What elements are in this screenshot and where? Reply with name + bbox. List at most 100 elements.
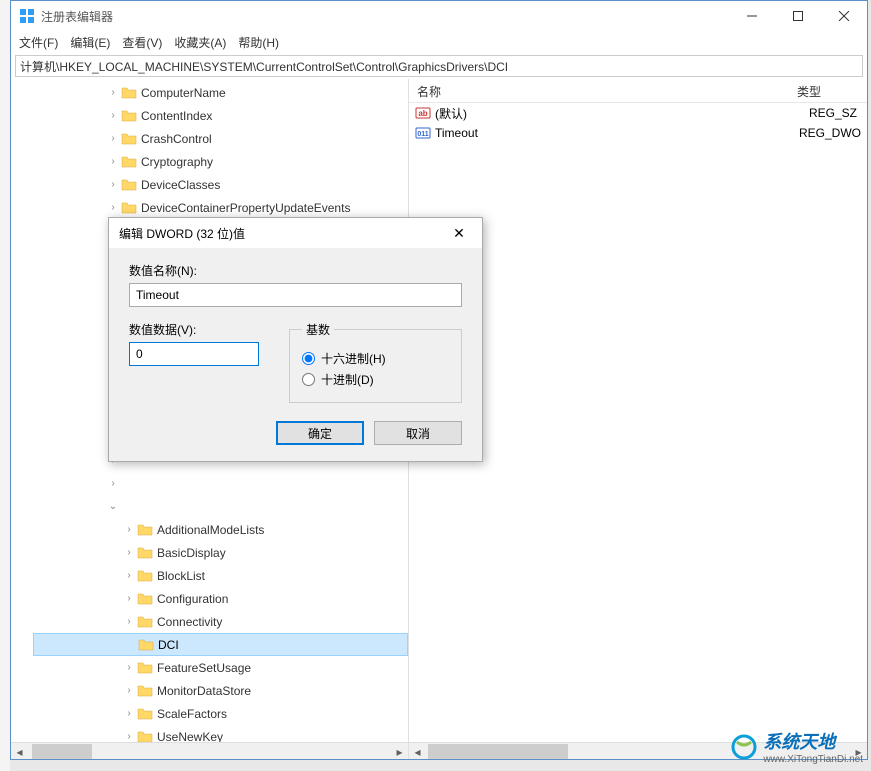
radio-hex[interactable]: 十六进制(H) bbox=[302, 350, 449, 367]
expander-icon[interactable]: › bbox=[105, 478, 121, 489]
expander-icon[interactable]: › bbox=[105, 133, 121, 144]
globe-icon bbox=[731, 734, 757, 760]
value-type: REG_DWO bbox=[799, 126, 861, 140]
expander-icon[interactable]: › bbox=[105, 202, 121, 213]
tree-item[interactable]: › FeatureSetUsage bbox=[33, 656, 408, 679]
value-name-label: 数值名称(N): bbox=[129, 262, 462, 279]
tree-item[interactable]: › Connectivity bbox=[33, 610, 408, 633]
ok-button[interactable]: 确定 bbox=[276, 421, 364, 445]
tree-item[interactable]: ›ContentIndex bbox=[33, 104, 408, 127]
tree-item[interactable]: DCI bbox=[33, 633, 408, 656]
minimize-button[interactable] bbox=[729, 1, 775, 31]
tree-item-label: DeviceContainerPropertyUpdateEvents bbox=[141, 201, 350, 215]
radio-dec-input[interactable] bbox=[302, 373, 315, 386]
column-name[interactable]: 名称 bbox=[409, 79, 789, 102]
value-name-input[interactable] bbox=[129, 283, 462, 307]
address-bar[interactable]: 计算机\HKEY_LOCAL_MACHINE\SYSTEM\CurrentCon… bbox=[15, 55, 863, 77]
tree-item[interactable]: › DeviceClasses bbox=[33, 173, 408, 196]
close-button[interactable] bbox=[821, 1, 867, 31]
tree-item[interactable]: ›ComputerName bbox=[33, 81, 408, 104]
expander-icon[interactable]: › bbox=[121, 616, 137, 627]
scroll-right-icon[interactable]: ▸ bbox=[391, 743, 408, 759]
dialog-buttons: 确定 取消 bbox=[109, 421, 482, 461]
background-strip bbox=[0, 0, 10, 771]
svg-text:ab: ab bbox=[418, 109, 427, 118]
expander-icon[interactable]: › bbox=[105, 156, 121, 167]
tree-item-hidden[interactable]: › bbox=[33, 472, 408, 495]
column-type[interactable]: 类型 bbox=[789, 79, 867, 102]
expander-icon[interactable]: › bbox=[105, 87, 121, 98]
value-name: Timeout bbox=[435, 126, 799, 140]
list-row[interactable]: ab (默认)REG_SZ bbox=[409, 103, 867, 123]
expander-icon[interactable]: › bbox=[121, 685, 137, 696]
value-type: REG_SZ bbox=[809, 106, 857, 120]
tree-scrollbar-horizontal[interactable]: ◂ ▸ bbox=[11, 742, 408, 759]
radio-hex-input[interactable] bbox=[302, 352, 315, 365]
menu-file[interactable]: 文件(F) bbox=[19, 34, 58, 51]
tree-item-label: AdditionalModeLists bbox=[157, 523, 264, 537]
tree-item-label: FeatureSetUsage bbox=[157, 661, 251, 675]
scroll-left-icon[interactable]: ◂ bbox=[409, 743, 426, 759]
tree-item-label: CrashControl bbox=[141, 132, 212, 146]
watermark-url: www.XiTongTianDi.net bbox=[763, 754, 863, 765]
expander-icon[interactable]: › bbox=[121, 662, 137, 673]
tree-item[interactable]: › CrashControl bbox=[33, 127, 408, 150]
expander-icon[interactable]: › bbox=[121, 524, 137, 535]
tree-item[interactable]: › Configuration bbox=[33, 587, 408, 610]
tree-item-label: DeviceClasses bbox=[141, 178, 220, 192]
svg-text:011: 011 bbox=[417, 131, 428, 138]
expander-icon[interactable]: › bbox=[121, 570, 137, 581]
app-icon bbox=[19, 8, 35, 24]
list-header: 名称 类型 bbox=[409, 79, 867, 103]
tree-item[interactable]: › Cryptography bbox=[33, 150, 408, 173]
watermark: 系统天地 www.XiTongTianDi.net bbox=[731, 728, 863, 765]
scroll-thumb[interactable] bbox=[428, 744, 568, 759]
tree-item-hidden[interactable]: ⌄ bbox=[33, 495, 408, 518]
menubar: 文件(F) 编辑(E) 查看(V) 收藏夹(A) 帮助(H) bbox=[11, 31, 867, 53]
expander-icon[interactable]: ⌄ bbox=[105, 501, 121, 512]
list-rows: ab (默认)REG_SZ 011 TimeoutREG_DWO bbox=[409, 103, 867, 143]
dialog-close-button[interactable]: ✕ bbox=[446, 225, 472, 242]
tree-item-label: BasicDisplay bbox=[157, 546, 226, 560]
titlebar: 注册表编辑器 bbox=[11, 1, 867, 31]
menu-favorites[interactable]: 收藏夹(A) bbox=[174, 34, 226, 51]
menu-edit[interactable]: 编辑(E) bbox=[70, 34, 110, 51]
radio-dec[interactable]: 十进制(D) bbox=[302, 371, 449, 388]
tree-item[interactable]: › MonitorDataStore bbox=[33, 679, 408, 702]
menu-view[interactable]: 查看(V) bbox=[122, 34, 162, 51]
value-name: (默认) bbox=[435, 105, 809, 122]
expander-icon[interactable]: › bbox=[121, 731, 137, 742]
value-data-label: 数值数据(V): bbox=[129, 321, 259, 338]
base-legend: 基数 bbox=[302, 321, 334, 338]
tree-item-label: MonitorDataStore bbox=[157, 684, 251, 698]
tree-item[interactable]: › BlockList bbox=[33, 564, 408, 587]
radio-hex-label: 十六进制(H) bbox=[321, 350, 386, 367]
maximize-button[interactable] bbox=[775, 1, 821, 31]
tree-item-label: Connectivity bbox=[157, 615, 222, 629]
tree-item[interactable]: › DeviceContainerPropertyUpdateEvents bbox=[33, 196, 408, 219]
dialog-titlebar: 编辑 DWORD (32 位)值 ✕ bbox=[109, 218, 482, 248]
tree-item-label: Cryptography bbox=[141, 155, 213, 169]
tree-item[interactable]: › ScaleFactors bbox=[33, 702, 408, 725]
scroll-left-icon[interactable]: ◂ bbox=[11, 743, 28, 759]
expander-icon[interactable]: › bbox=[121, 593, 137, 604]
expander-icon[interactable]: › bbox=[105, 110, 121, 121]
list-row[interactable]: 011 TimeoutREG_DWO bbox=[409, 123, 867, 143]
address-text: 计算机\HKEY_LOCAL_MACHINE\SYSTEM\CurrentCon… bbox=[20, 58, 508, 75]
edit-dword-dialog: 编辑 DWORD (32 位)值 ✕ 数值名称(N): 数值数据(V): 基数 … bbox=[108, 217, 483, 462]
dialog-title: 编辑 DWORD (32 位)值 bbox=[119, 225, 446, 242]
menu-help[interactable]: 帮助(H) bbox=[238, 34, 279, 51]
tree-item[interactable]: › BasicDisplay bbox=[33, 541, 408, 564]
tree-item-label: BlockList bbox=[157, 569, 205, 583]
value-data-input[interactable] bbox=[129, 342, 259, 366]
scroll-thumb[interactable] bbox=[32, 744, 92, 759]
tree-item-label: ScaleFactors bbox=[157, 707, 227, 721]
expander-icon[interactable]: › bbox=[121, 547, 137, 558]
expander-icon[interactable]: › bbox=[105, 179, 121, 190]
cancel-button[interactable]: 取消 bbox=[374, 421, 462, 445]
tree-item-label: Configuration bbox=[157, 592, 228, 606]
tree-item[interactable]: › AdditionalModeLists bbox=[33, 518, 408, 541]
window-title: 注册表编辑器 bbox=[41, 8, 729, 25]
base-fieldset: 基数 十六进制(H) 十进制(D) bbox=[289, 321, 462, 403]
expander-icon[interactable]: › bbox=[121, 708, 137, 719]
